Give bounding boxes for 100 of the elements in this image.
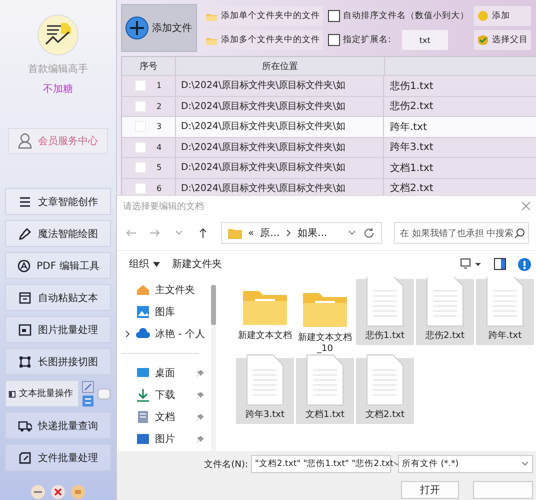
row-checkbox[interactable]	[135, 162, 146, 174]
nav-pane-item[interactable]: 下载	[117, 384, 209, 406]
nav-pane-item[interactable]: 桌面	[117, 362, 209, 384]
toolbar-button[interactable]: 添加	[474, 6, 531, 26]
file-name: 文档1.txt	[306, 410, 344, 421]
search-field[interactable]: 在 如果我错了也承担 中搜索	[394, 222, 529, 244]
picture-icon	[136, 432, 150, 446]
organize-button[interactable]: 组织	[129, 257, 160, 271]
file-tile[interactable]: 悲伤2.txt	[416, 279, 474, 345]
breadcrumb-overflow[interactable]: «	[248, 228, 254, 238]
table-row[interactable]: 4 D:\2024\原目标文件夹\原目标文件夹\如 跨年3.txt	[122, 138, 536, 158]
open-button[interactable]: 打开	[401, 481, 459, 499]
table-row[interactable]: 5 D:\2024\原目标文件夹\原目标文件夹\如 文档1.txt	[122, 158, 536, 178]
download-icon	[136, 388, 150, 402]
up-arrow-icon[interactable]	[197, 227, 209, 239]
nav-pane-item[interactable]: 文档	[117, 406, 209, 428]
add-folder-button[interactable]: 添加单个文件夹中的文件	[202, 6, 323, 26]
forward-arrow-icon[interactable]	[149, 227, 161, 239]
close-icon	[521, 201, 531, 211]
checkbox[interactable]	[328, 34, 340, 46]
sidebar-item[interactable]: 自动粘贴文本	[5, 284, 111, 311]
file-tile[interactable]: 跨年.txt	[476, 279, 534, 345]
table-cell-text: 文档2.txt	[389, 182, 434, 196]
add-folder-button[interactable]: 添加多个文件夹中的文件	[202, 30, 323, 50]
dialog-button[interactable]	[473, 481, 533, 499]
app-name: 首款编辑高手	[28, 62, 88, 76]
menu-icon	[18, 194, 32, 208]
shield-icon	[477, 34, 489, 46]
file-tile[interactable]: 新建文本文档	[236, 279, 294, 345]
row-number: 5	[156, 163, 162, 172]
chat-bubble-icon	[97, 388, 111, 400]
row-number: 4	[156, 142, 162, 152]
back-arrow-icon[interactable]	[125, 227, 137, 239]
refresh-icon	[363, 227, 375, 239]
new-folder-button[interactable]: 新建文件夹	[172, 257, 222, 271]
coin-icon	[477, 10, 489, 22]
file-type-dropdown[interactable]: 所有文件 (*.*)	[398, 455, 533, 473]
add-files-button[interactable]: 添加文件	[121, 4, 197, 52]
toolbar-button[interactable]: 选择父目	[474, 30, 531, 50]
row-number: 3	[156, 122, 162, 132]
sidebar-item[interactable]: 快递批量查询	[5, 412, 111, 439]
swap-icon	[82, 394, 94, 406]
sidebar-item[interactable]: 文件批量处理	[5, 444, 111, 471]
row-checkbox[interactable]	[135, 100, 146, 112]
column-header: 所在位置	[176, 57, 385, 75]
row-checkbox[interactable]	[135, 142, 146, 153]
scrollbar[interactable]	[211, 285, 216, 451]
preview-pane-icon	[494, 258, 506, 270]
brush-icon	[18, 226, 32, 240]
extension-field[interactable]: txt	[402, 30, 448, 50]
image-icon	[18, 322, 32, 336]
sidebar-item[interactable]: PDF 编辑工具	[5, 252, 111, 279]
sidebar-item[interactable]: 长图拼接切图	[5, 348, 111, 375]
cloud-icon	[136, 327, 150, 341]
home-icon	[136, 283, 150, 297]
file-name: 新建文本文档_10	[297, 333, 353, 355]
nav-pane-item[interactable]: 图片	[117, 428, 209, 450]
file-name: 文档2.txt	[366, 410, 404, 421]
table-cell: D:\2024\原目标文件夹\原目标文件夹\如	[176, 158, 384, 178]
row-number: 6	[156, 184, 162, 193]
nav-pane-item[interactable]: 冰艳 - 个人	[117, 323, 209, 345]
sidebar-item[interactable]: 文本批量操作	[5, 380, 79, 407]
sidebar-item[interactable]: 文章智能创作	[5, 188, 111, 215]
file-name: 新建文本文档	[238, 331, 292, 342]
nav-pane-item[interactable]: 图库	[117, 301, 209, 323]
folder-icon	[228, 228, 242, 238]
app-tagline: 不加糖	[43, 82, 73, 96]
table-cell-text: 悲伤2.txt	[389, 100, 434, 114]
chevron-down-icon	[521, 461, 529, 467]
file-tile[interactable]: 悲伤1.txt	[356, 279, 414, 345]
file-name: 悲伤2.txt	[426, 331, 464, 342]
table-row[interactable]: 1 D:\2024\原目标文件夹\原目标文件夹\如 悲伤1.txt	[122, 76, 536, 96]
crop-icon	[18, 354, 32, 368]
breadcrumb-item[interactable]: 如果...	[298, 226, 328, 240]
table-cell: D:\2024\原目标文件夹\原目标文件夹\如	[176, 96, 384, 116]
checkbox-label: 自动排序文件名（数值小到大）	[343, 10, 469, 22]
search-placeholder: 在 如果我错了也承担 中搜索	[400, 228, 514, 240]
table-row[interactable]: 3 D:\2024\原目标文件夹\原目标文件夹\如 跨年.txt	[122, 117, 536, 138]
file-tile[interactable]: 新建文本文档_10	[296, 279, 354, 356]
checkbox[interactable]	[328, 10, 340, 22]
text-file-icon	[365, 354, 405, 406]
column-header: 序号	[122, 57, 176, 75]
nav-pane-item[interactable]: 主文件夹	[117, 279, 209, 301]
gallery-icon	[136, 305, 150, 319]
coin-icon	[71, 485, 85, 499]
row-checkbox[interactable]	[135, 80, 146, 92]
file-name: 跨年.txt	[488, 331, 522, 342]
table-cell-text: 跨年.txt	[389, 120, 428, 135]
sidebar-item[interactable]: 魔法智能绘图	[5, 220, 111, 247]
breadcrumb-item[interactable]: 原...	[260, 226, 280, 240]
user-icon	[18, 133, 32, 149]
sidebar-item[interactable]: 图片批量处理	[5, 316, 111, 343]
file-name: 跨年3.txt	[246, 410, 284, 421]
plus-icon	[125, 16, 149, 40]
row-checkbox[interactable]	[135, 182, 146, 194]
table-cell-text: 文档1.txt	[389, 162, 434, 176]
desktop-icon	[136, 366, 150, 380]
text-file-icon	[305, 354, 345, 406]
clipboard-icon	[18, 290, 32, 304]
address-bar[interactable]: « 原... 如果...	[221, 222, 382, 244]
